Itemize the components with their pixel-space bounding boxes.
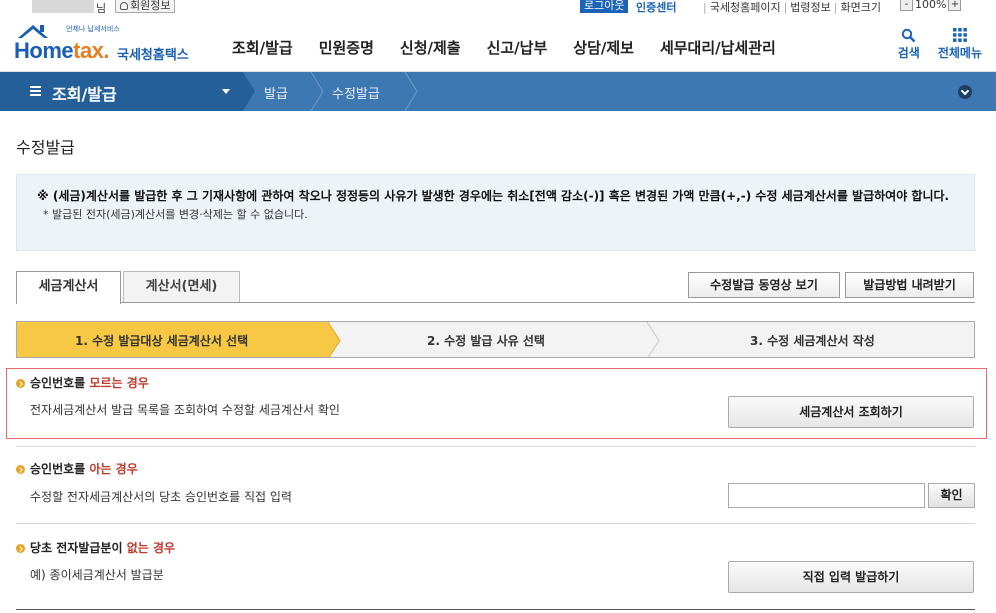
nav-report-pay[interactable]: 신고/납부 [487, 37, 548, 58]
notice-box: ※ (세금)계산서를 발급한 후 그 기재사항에 관하여 착오나 정정등의 사유… [16, 174, 975, 251]
tab-invoice-exempt[interactable]: 계산서(면세) [123, 271, 240, 303]
section-known-desc: 수정할 전자세금계산서의 당초 승인번호를 직접 입력 [30, 490, 292, 504]
search-label: 검색 [897, 46, 920, 60]
chevron-right-icon [242, 72, 255, 111]
nts-homepage-link[interactable]: 국세청홈페이지 [710, 1, 781, 14]
step-1: 1. 수정 발급대상 세금계산서 선택 [75, 334, 249, 348]
nav-apply-submit[interactable]: 신청/제출 [400, 37, 461, 58]
direct-input-issue-button[interactable]: 직접 입력 발급하기 [728, 561, 974, 593]
logo-wordmark: Hometax. [14, 38, 110, 63]
tab-tax-invoice[interactable]: 세금계산서 [16, 271, 121, 304]
location-menu-dropdown[interactable]: 조회/발급 [0, 72, 242, 111]
confirm-button[interactable]: 확인 [928, 483, 975, 508]
all-menu-label: 전체메뉴 [937, 46, 982, 60]
location-menu-label: 조회/발급 [52, 85, 117, 104]
logo-korean: 국세청홈택스 [117, 48, 189, 63]
step-indicator: 1. 수정 발급대상 세금계산서 선택 2. 수정 발급 사유 선택 3. 수정… [16, 321, 975, 358]
divider [16, 523, 975, 524]
bullet-icon [16, 544, 25, 553]
section-known-heading: 승인번호를 아는 경우 [16, 460, 138, 477]
bullet-icon [16, 465, 25, 474]
bottom-divider [16, 609, 975, 610]
law-info-link[interactable]: 법령정보 [790, 1, 830, 14]
hamburger-icon [30, 86, 41, 96]
util-links: | 국세청홈페이지 | 법령정보 | 화면크기 [703, 1, 881, 14]
main-nav: 조회/발급 민원증명 신청/제출 신고/납부 상담/제보 세무대리/납세관리 [232, 37, 802, 58]
chevron-right-icon [404, 72, 418, 111]
nav-inquiry-issue[interactable]: 조회/발급 [232, 37, 293, 58]
cert-center-link[interactable]: 인증센터 [636, 0, 676, 15]
all-menu-button[interactable]: 전체메뉴 [938, 26, 982, 61]
grid-menu-icon [952, 28, 967, 42]
section-unknown-heading: 승인번호를 모르는 경우 [16, 374, 149, 391]
step-3: 3. 수정 세금계산서 작성 [750, 334, 875, 348]
caret-down-icon [222, 89, 230, 94]
section-none-desc: 예) 종이세금계산서 발급분 [30, 568, 164, 582]
video-guide-button[interactable]: 수정발급 동영상 보기 [688, 272, 840, 298]
bullet-icon [16, 379, 25, 388]
zoom-out-button[interactable]: - [900, 0, 913, 11]
search-invoice-button[interactable]: 세금계산서 조회하기 [728, 396, 974, 428]
hometax-logo[interactable]: 언제나 납세서비스 Hometax. 국세청홈택스 [14, 22, 204, 66]
header-tools: 검색 전체메뉴 [898, 26, 982, 61]
nav-tax-agent[interactable]: 세무대리/납세관리 [660, 37, 776, 58]
section-none-heading: 당초 전자발급분이 없는 경우 [16, 539, 175, 556]
member-info-button[interactable]: 회원정보 [115, 0, 176, 13]
chevron-right-icon [310, 72, 324, 111]
page-title: 수정발급 [16, 138, 75, 157]
user-name-blurred [32, 0, 94, 13]
download-guide-button[interactable]: 발급방법 내려받기 [845, 272, 974, 298]
section-unknown-desc: 전자세금계산서 발급 목록을 조회하여 수정할 세금계산서 확인 [30, 403, 340, 417]
expand-circle-icon[interactable] [958, 85, 972, 99]
person-icon [120, 2, 128, 10]
zoom-control: - 100% + [900, 0, 962, 11]
notice-sub: * 발급된 전자(세금)계산서를 변경·삭제는 할 수 없습니다. [43, 208, 308, 221]
divider [16, 446, 975, 447]
utility-bar: 님 회원정보 로그아웃 인증센터 | 국세청홈페이지 | 법령정보 | 화면크기 - 10… [0, 0, 996, 15]
zoom-value: 100% [915, 0, 947, 11]
breadcrumb-modify-issue[interactable]: 수정발급 [332, 83, 380, 102]
nav-civil-cert[interactable]: 민원증명 [319, 37, 374, 58]
invoice-tabs: 세금계산서 계산서(면세) [16, 271, 240, 304]
logo-tagline: 언제나 납세서비스 [66, 25, 120, 33]
member-info-label: 회원정보 [130, 0, 171, 12]
nav-consult[interactable]: 상담/제보 [573, 37, 634, 58]
location-bar: 조회/발급 발급 수정발급 [0, 72, 996, 111]
zoom-in-button[interactable]: + [948, 0, 962, 11]
search-icon [902, 28, 916, 42]
step-2: 2. 수정 발급 사유 선택 [427, 334, 545, 348]
tab-divider [16, 302, 975, 303]
screen-size-label: 화면크기 [840, 1, 881, 14]
approval-number-input[interactable] [728, 483, 925, 508]
breadcrumb-issue[interactable]: 발급 [264, 83, 288, 102]
logout-button[interactable]: 로그아웃 [580, 0, 629, 13]
site-header: 언제나 납세서비스 Hometax. 국세청홈택스 조회/발급 민원증명 신청/… [0, 14, 996, 72]
search-button[interactable]: 검색 [898, 26, 920, 61]
notice-main: ※ (세금)계산서를 발급한 후 그 기재사항에 관하여 착오나 정정등의 사유… [37, 189, 950, 203]
